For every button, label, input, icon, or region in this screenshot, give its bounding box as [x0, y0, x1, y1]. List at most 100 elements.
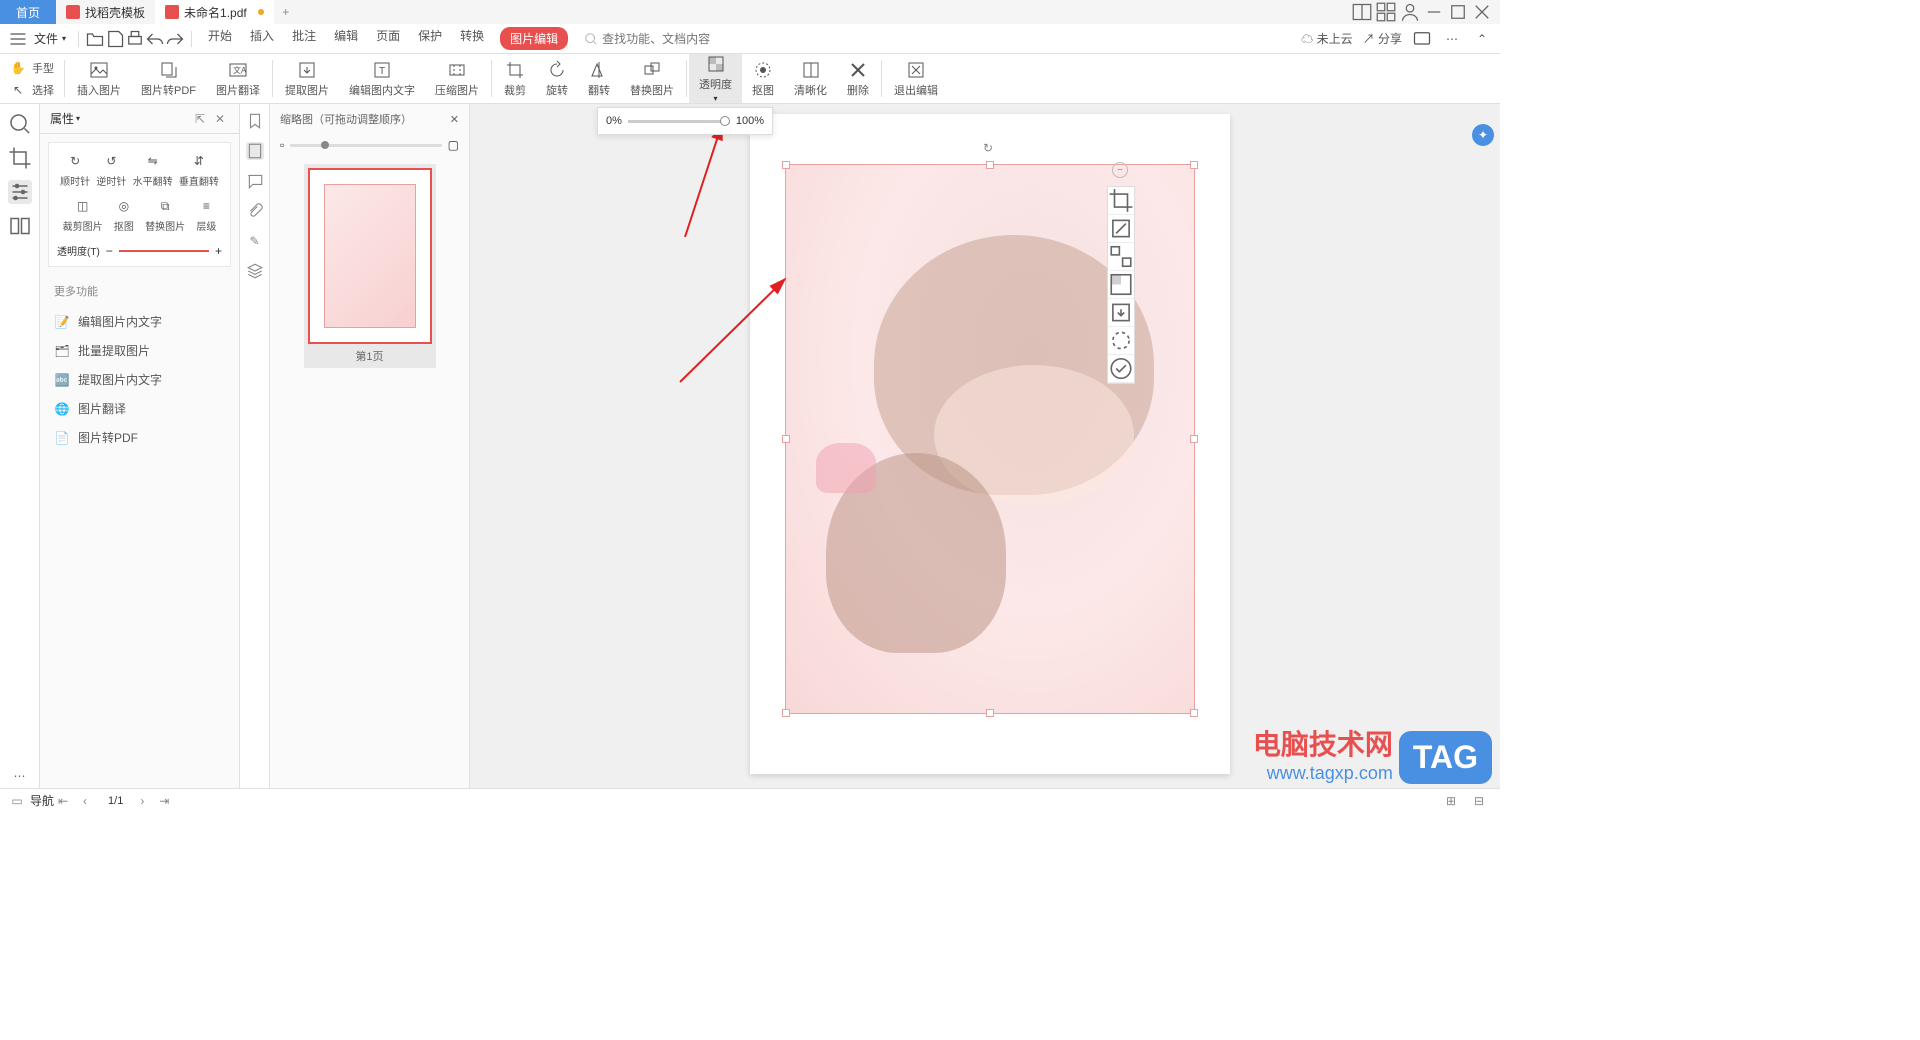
sharpen-button[interactable]: 清晰化	[784, 54, 837, 103]
layers-icon[interactable]	[246, 262, 264, 280]
signatures-icon[interactable]: ✎	[246, 232, 264, 250]
handle-bl[interactable]	[782, 709, 790, 717]
save-icon[interactable]	[105, 29, 125, 49]
ft-crop-icon[interactable]	[1108, 187, 1134, 215]
hand-mode[interactable]: ✋手型	[8, 58, 54, 78]
handle-tr[interactable]	[1190, 161, 1198, 169]
handle-r[interactable]	[1190, 435, 1198, 443]
undo-icon[interactable]	[145, 29, 165, 49]
read-icon[interactable]	[8, 214, 32, 238]
more-tools-icon[interactable]: ⋯	[8, 764, 32, 788]
handle-br[interactable]	[1190, 709, 1198, 717]
more-icon[interactable]: ⋯	[1442, 29, 1462, 49]
ft-opacity-icon[interactable]	[1108, 271, 1134, 299]
search-box[interactable]	[584, 32, 722, 46]
more-extract-batch[interactable]: 🗂批量提取图片	[40, 336, 239, 365]
image-translate-button[interactable]: 文A图片翻译	[206, 54, 270, 103]
more-topdf[interactable]: 📄图片转PDF	[40, 423, 239, 452]
thumb-zoom-slider[interactable]	[290, 144, 441, 147]
rotate-cw-button[interactable]: ↻顺时针	[60, 151, 90, 188]
ft-check-icon[interactable]	[1108, 355, 1134, 383]
tab-protect[interactable]: 保护	[416, 27, 444, 50]
search-input[interactable]	[602, 32, 722, 46]
opacity-slider[interactable]	[119, 250, 209, 252]
attachments-icon[interactable]	[246, 202, 264, 220]
open-icon[interactable]	[85, 29, 105, 49]
crop-tool-icon[interactable]	[8, 146, 32, 170]
compress-button[interactable]: 压缩图片	[425, 54, 489, 103]
file-menu[interactable]: 文件▾	[28, 30, 72, 47]
ft-rotate-icon[interactable]	[1108, 215, 1134, 243]
rotate-handle[interactable]: ↻	[983, 141, 997, 155]
canvas[interactable]: 0% 100% ↻ −	[470, 104, 1500, 788]
flip-v-button[interactable]: ⇵垂直翻转	[179, 151, 219, 188]
ft-replace-icon[interactable]	[1108, 243, 1134, 271]
image-to-pdf-button[interactable]: 图片转PDF	[131, 54, 206, 103]
hamburger-icon[interactable]	[8, 29, 28, 49]
more-extract-text[interactable]: 🔤提取图片内文字	[40, 365, 239, 394]
minimize-icon[interactable]	[1424, 2, 1444, 22]
exit-edit-button[interactable]: 退出编辑	[884, 54, 948, 103]
nav-label[interactable]: 导航	[30, 792, 54, 809]
chat-icon[interactable]	[1412, 29, 1432, 49]
tab-add[interactable]: +	[274, 0, 298, 24]
prev-page-icon[interactable]: ‹	[76, 792, 94, 810]
flip-button[interactable]: 翻转	[578, 54, 620, 103]
comments-icon[interactable]	[246, 172, 264, 190]
handle-tl[interactable]	[782, 161, 790, 169]
help-bubble-icon[interactable]: ✦	[1472, 124, 1494, 146]
handle-t[interactable]	[986, 161, 994, 169]
close-icon[interactable]	[1472, 2, 1492, 22]
rotate-button[interactable]: 旋转	[536, 54, 578, 103]
opacity-button[interactable]: 透明度▾	[689, 54, 742, 103]
rotate-ccw-button[interactable]: ↺逆时针	[96, 151, 126, 188]
edit-text-button[interactable]: T编辑图内文字	[339, 54, 425, 103]
thumbnail-page-1[interactable]: 第1页	[304, 164, 436, 368]
pin-icon[interactable]: ⇱	[195, 112, 209, 126]
collapse-icon[interactable]: ⌃	[1472, 29, 1492, 49]
layer-button[interactable]: ≡层级	[196, 196, 216, 233]
cloud-status[interactable]: ☁ 未上云	[1301, 30, 1352, 47]
bookmark-icon[interactable]	[246, 112, 264, 130]
more-translate[interactable]: 🌐图片翻译	[40, 394, 239, 423]
cutout2-button[interactable]: ◎抠图	[114, 196, 134, 233]
ft-extract-icon[interactable]	[1108, 299, 1134, 327]
tab-start[interactable]: 开始	[206, 27, 234, 50]
replace2-button[interactable]: ⧉替换图片	[145, 196, 185, 233]
zoom-icon[interactable]	[8, 112, 32, 136]
thumb-small-icon[interactable]: ▫	[280, 138, 284, 152]
user-icon[interactable]	[1400, 2, 1420, 22]
opacity-slider-thumb[interactable]	[720, 116, 730, 126]
plus-button[interactable]: +	[215, 244, 222, 258]
adjust-icon[interactable]	[8, 180, 32, 204]
tab-insert[interactable]: 插入	[248, 27, 276, 50]
sb-page-icon[interactable]: ▭	[8, 792, 26, 810]
tab-template[interactable]: 找稻壳模板	[56, 0, 155, 24]
next-page-icon[interactable]: ›	[133, 792, 151, 810]
print-icon[interactable]	[125, 29, 145, 49]
extract-image-button[interactable]: 提取图片	[275, 54, 339, 103]
tab-annotate[interactable]: 批注	[290, 27, 318, 50]
flip-h-button[interactable]: ⇋水平翻转	[133, 151, 173, 188]
thumbnails-icon[interactable]	[246, 142, 264, 160]
thumb-large-icon[interactable]: ▢	[448, 138, 459, 152]
redo-icon[interactable]	[165, 29, 185, 49]
cutout-button[interactable]: 抠图	[742, 54, 784, 103]
sb-minus-icon[interactable]: ⊟	[1470, 792, 1488, 810]
more-edit-text[interactable]: 📝编辑图片内文字	[40, 307, 239, 336]
panel-close-icon[interactable]: ✕	[215, 112, 229, 126]
grid-icon[interactable]	[1376, 2, 1396, 22]
layout-icon[interactable]	[1352, 2, 1372, 22]
tab-edit[interactable]: 编辑	[332, 27, 360, 50]
sb-plus-icon[interactable]: ⊞	[1442, 792, 1460, 810]
opacity-popup-slider[interactable]	[628, 120, 730, 123]
tab-document[interactable]: 未命名1.pdf	[155, 0, 274, 24]
minus-button[interactable]: −	[106, 244, 113, 258]
thumb-close-icon[interactable]: ✕	[450, 113, 459, 126]
last-page-icon[interactable]: ⇥	[155, 792, 173, 810]
page-indicator[interactable]: 1/1	[108, 795, 123, 807]
share-button[interactable]: ↗ 分享	[1363, 30, 1402, 47]
tab-page[interactable]: 页面	[374, 27, 402, 50]
maximize-icon[interactable]	[1448, 2, 1468, 22]
handle-b[interactable]	[986, 709, 994, 717]
